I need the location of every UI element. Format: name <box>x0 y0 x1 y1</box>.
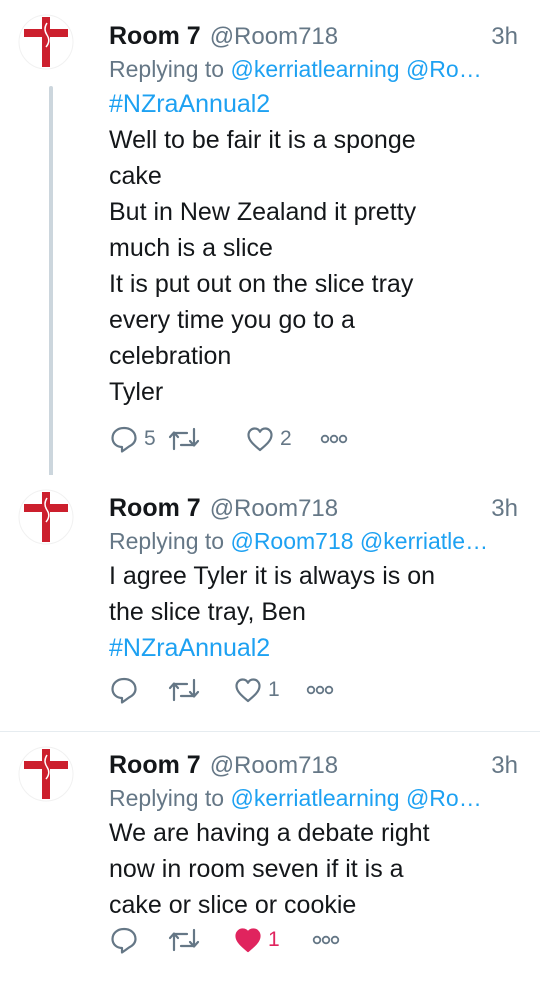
retweet-button[interactable] <box>167 675 233 705</box>
retweet-button[interactable] <box>167 925 233 955</box>
replying-to: Replying to @kerriatlearning @Ro… <box>109 781 518 815</box>
tweet-text: I agree Tyler it is always is on the sli… <box>109 562 436 626</box>
like-button[interactable]: 1 <box>233 925 311 955</box>
tweet-header: Room 7 @Room718 3h <box>109 751 518 781</box>
reply-button[interactable] <box>109 675 167 705</box>
replying-to: Replying to @Room718 @kerriatle… <box>109 524 518 558</box>
reply-mentions-link[interactable]: @kerriatlearning @Ro… <box>230 56 481 82</box>
replying-prefix: Replying to <box>109 785 231 811</box>
author-name[interactable]: Room 7 <box>109 494 201 523</box>
reply-count: 5 <box>144 427 156 450</box>
tweet[interactable]: Room 7 @Room718 3h Replying to @kerriatl… <box>0 0 540 481</box>
hashtag-link[interactable]: #NZraAnnual2 <box>109 630 518 666</box>
retweet-icon <box>168 427 200 451</box>
tweet-text: Well to be fair it is a sponge cake But … <box>109 126 417 406</box>
reply-mentions-link[interactable]: @Room718 @kerriatle… <box>230 528 488 554</box>
timestamp[interactable]: 3h <box>491 23 518 51</box>
reply-icon <box>111 927 137 954</box>
tweet-header: Room 7 @Room718 3h <box>109 494 518 524</box>
retweet-icon <box>168 928 200 952</box>
more-icon <box>312 935 340 945</box>
tweet-actions: 1 <box>109 675 335 705</box>
like-button[interactable]: 1 <box>233 675 305 705</box>
hashtag-link[interactable]: #NZraAnnual2 <box>109 86 518 122</box>
author-name[interactable]: Room 7 <box>109 22 201 51</box>
heart-icon <box>235 928 261 953</box>
author-name[interactable]: Room 7 <box>109 751 201 780</box>
author-handle[interactable]: @Room718 <box>210 495 338 523</box>
cross-avatar-icon <box>18 14 74 70</box>
reply-button[interactable] <box>109 925 167 955</box>
cross-avatar-icon <box>18 489 74 545</box>
like-button[interactable]: 2 <box>245 424 319 454</box>
like-count: 1 <box>268 928 280 951</box>
heart-icon <box>235 678 261 703</box>
retweet-icon <box>168 678 200 702</box>
reply-mentions-link[interactable]: @kerriatlearning @Ro… <box>230 785 481 811</box>
replying-prefix: Replying to <box>109 528 231 554</box>
timestamp[interactable]: 3h <box>491 495 518 523</box>
tweet-text: We are having a debate right now in room… <box>109 819 430 919</box>
replying-to: Replying to @kerriatlearning @Ro… <box>109 52 518 86</box>
more-icon <box>306 685 334 695</box>
tweet[interactable]: Room 7 @Room718 3h Replying to @Room718 … <box>0 475 540 732</box>
tweet-header: Room 7 @Room718 3h <box>109 22 518 52</box>
author-handle[interactable]: @Room718 <box>210 23 338 51</box>
heart-icon <box>247 427 273 452</box>
more-button[interactable] <box>311 933 341 947</box>
tweet-actions: 5 2 <box>109 424 349 454</box>
author-handle[interactable]: @Room718 <box>210 752 338 780</box>
avatar[interactable] <box>18 489 74 545</box>
more-button[interactable] <box>305 683 335 697</box>
avatar[interactable] <box>18 14 74 70</box>
like-count: 2 <box>280 427 292 450</box>
reply-icon <box>111 426 137 453</box>
avatar[interactable] <box>18 746 74 802</box>
reply-icon <box>111 677 137 704</box>
retweet-button[interactable] <box>167 424 245 454</box>
tweet-actions: 1 <box>109 925 341 955</box>
tweet[interactable]: Room 7 @Room718 3h Replying to @kerriatl… <box>0 732 540 984</box>
more-icon <box>320 434 348 444</box>
reply-button[interactable]: 5 <box>109 424 167 454</box>
timestamp[interactable]: 3h <box>491 752 518 780</box>
replying-prefix: Replying to <box>109 56 231 82</box>
like-count: 1 <box>268 678 280 701</box>
cross-avatar-icon <box>18 746 74 802</box>
thread-line <box>49 86 53 481</box>
more-button[interactable] <box>319 432 349 446</box>
